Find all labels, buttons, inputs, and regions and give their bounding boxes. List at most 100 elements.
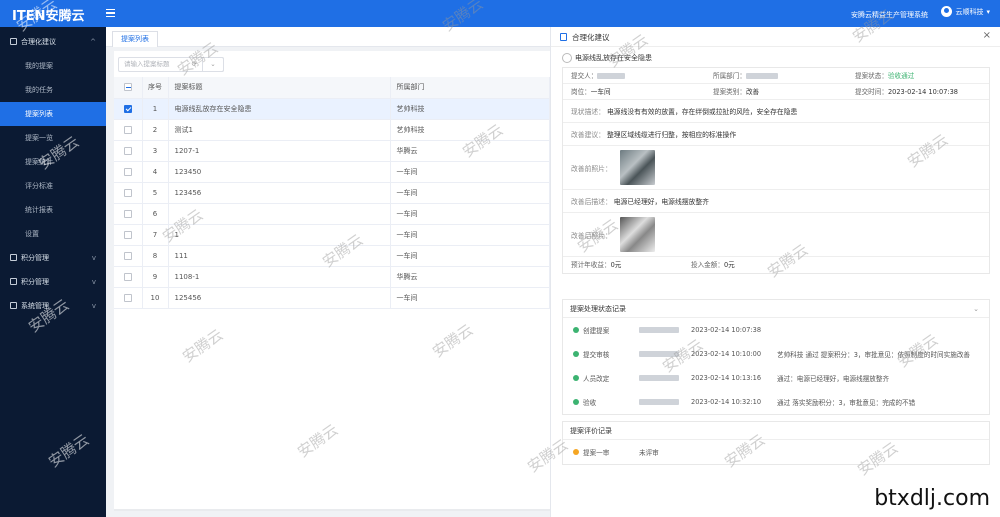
table-row[interactable]: 10 125456 一车间	[114, 287, 550, 309]
top-bar: ITEN安腾云 安腾云精益生产管理系统 云顺科技 ▾	[0, 0, 1000, 27]
after-photo-row: 改善后照片：	[563, 213, 989, 257]
table-row[interactable]: 2 测试1 艺帅科技	[114, 119, 550, 141]
tab-proposal-list[interactable]: 提案列表	[112, 31, 158, 47]
col-header-title[interactable]: 提案标题	[168, 77, 391, 99]
sidebar-group-points-1[interactable]: 积分管理 v	[0, 246, 106, 270]
row-index: 4	[142, 161, 169, 183]
sidebar-item-my-proposals[interactable]: 我的提案	[0, 54, 106, 78]
before-photo[interactable]	[619, 150, 655, 185]
select-all-checkbox[interactable]	[114, 77, 143, 99]
row-checkbox[interactable]	[114, 182, 143, 204]
process-log-row: 验收 2023-02-14 10:32:10 通过 落实奖励积分：3，审批意见：完成…	[563, 390, 989, 414]
drawer-title: 合理化建议	[572, 33, 610, 42]
row-title[interactable]: 123450	[168, 161, 391, 183]
row-checkbox[interactable]	[114, 98, 143, 120]
row-checkbox[interactable]	[114, 119, 143, 141]
status-dot-icon	[573, 351, 579, 357]
status-badge: 验收通过	[887, 72, 915, 80]
toolbar: 请输入提案标题 ⟳ ⌄	[114, 51, 550, 77]
points-icon	[10, 254, 17, 261]
row-title[interactable]: 测试1	[168, 119, 391, 141]
app-logo: ITEN安腾云	[12, 9, 85, 24]
row-checkbox[interactable]	[114, 161, 143, 183]
col-header-index[interactable]: 序号	[142, 77, 169, 99]
row-checkbox[interactable]	[114, 266, 143, 288]
user-name: 云顺科技	[955, 7, 984, 16]
list-panel: 请输入提案标题 ⟳ ⌄ 序号 提案标题 所属部门 1 电源线乱放存在安全隐患 艺帅科…	[114, 51, 550, 511]
row-title[interactable]: 电源线乱放存在安全隐患	[168, 98, 391, 120]
row-dept: 一车间	[390, 182, 550, 204]
search-input[interactable]: 请输入提案标题 ⟳ ⌄	[118, 57, 224, 72]
col-header-dept[interactable]: 所属部门	[390, 77, 550, 99]
row-title[interactable]: 125456	[168, 287, 391, 309]
sidebar-group-suggestions[interactable]: 合理化建议 ^	[0, 30, 106, 54]
sidebar-item-proposal-list[interactable]: 提案列表	[0, 102, 106, 126]
row-checkbox[interactable]	[114, 224, 143, 246]
row-checkbox[interactable]	[114, 140, 143, 162]
table-row[interactable]: 8 111 一车间	[114, 245, 550, 267]
chevron-down-icon: v	[91, 254, 96, 262]
row-dept: 艺帅科技	[390, 119, 550, 141]
row-title[interactable]: 1108-1	[168, 266, 391, 288]
user-menu[interactable]: 云顺科技 ▾	[941, 6, 990, 17]
row-checkbox[interactable]	[114, 203, 143, 225]
after-photo[interactable]	[619, 217, 655, 252]
evaluation-section: 提案评价记录 提案一审 未评审	[562, 421, 990, 465]
document-icon	[560, 33, 567, 41]
row-checkbox[interactable]	[114, 287, 143, 309]
row-dept: 华腾云	[390, 266, 550, 288]
main-content: 提案列表 请输入提案标题 ⟳ ⌄ 序号 提案标题 所属部门 1 电源线乱放存在安全…	[106, 27, 550, 517]
row-index: 8	[142, 245, 169, 267]
refresh-icon[interactable]: ⟳	[192, 58, 197, 71]
table-row[interactable]: 4 123450 一车间	[114, 161, 550, 183]
gift-icon	[10, 278, 17, 285]
row-title[interactable]: 1207-1	[168, 140, 391, 162]
process-log-row: 创建提案 2023-02-14 10:07:38	[563, 318, 989, 342]
sidebar-item-reports[interactable]: 统计报表	[0, 198, 106, 222]
menu-toggle-icon[interactable]	[106, 7, 118, 19]
row-index: 6	[142, 203, 169, 225]
row-dept: 一车间	[390, 203, 550, 225]
row-index: 2	[142, 119, 169, 141]
sidebar-item-criteria[interactable]: 评分标准	[0, 174, 106, 198]
tab-bar: 提案列表	[106, 27, 550, 47]
sidebar-group-system[interactable]: 系统管理 v	[0, 294, 106, 318]
row-index: 5	[142, 182, 169, 204]
chevron-down-icon: ▾	[986, 7, 990, 16]
detail-drawer: 合理化建议 × 电源线乱放存在安全隐患 提交人： 所属部门： 提案状态：验收通过…	[550, 27, 1000, 517]
sidebar-item-stats[interactable]: 提案统计	[0, 150, 106, 174]
sidebar-item-overview[interactable]: 提案一览	[0, 126, 106, 150]
row-checkbox[interactable]	[114, 245, 143, 267]
table-row[interactable]: 1 电源线乱放存在安全隐患 艺帅科技	[114, 98, 550, 120]
sidebar-item-my-tasks[interactable]: 我的任务	[0, 78, 106, 102]
process-log-row: 提交审核 2023-02-14 10:10:00 艺帅科技 通过 提案积分：3，审批…	[563, 342, 989, 366]
table-row[interactable]: 5 123456 一车间	[114, 182, 550, 204]
table-row[interactable]: 3 1207-1 华腾云	[114, 140, 550, 162]
proposal-subtitle: 电源线乱放存在安全隐患	[562, 53, 652, 63]
row-index: 9	[142, 266, 169, 288]
process-log-row: 人员改定 2023-02-14 10:13:16 通过：电源已经理好，电源线摆放整齐	[563, 366, 989, 390]
row-index: 10	[142, 287, 169, 309]
table-row[interactable]: 7 1 一车间	[114, 224, 550, 246]
user-avatar-icon	[941, 6, 953, 17]
row-title[interactable]: 111	[168, 245, 391, 267]
row-title[interactable]: 123456	[168, 182, 391, 204]
row-title[interactable]: 1	[168, 224, 391, 246]
sidebar-group-points-2[interactable]: 积分管理 v	[0, 270, 106, 294]
evaluation-row: 提案一审 未评审	[563, 440, 989, 464]
process-log-header[interactable]: 提案处理状态记录 ⌄	[563, 300, 989, 318]
table-row[interactable]: 9 1108-1 华腾云	[114, 266, 550, 288]
chevron-down-icon: ⌄	[973, 305, 979, 313]
close-icon[interactable]: ×	[983, 30, 991, 41]
improvement-plan: 改善建议： 整理区域线缆进行归整，按相应的标准操作	[563, 123, 989, 146]
search-dropdown-chevron-icon[interactable]: ⌄	[202, 57, 224, 72]
chevron-down-icon: v	[91, 278, 96, 286]
row-title[interactable]	[168, 203, 391, 225]
bulb-icon	[10, 38, 17, 45]
sidebar-item-settings[interactable]: 设置	[0, 222, 106, 246]
row-dept: 艺帅科技	[390, 98, 550, 120]
status-dot-icon	[573, 375, 579, 381]
chevron-up-icon: ^	[90, 38, 96, 46]
table-row[interactable]: 6 一车间	[114, 203, 550, 225]
site-watermark: btxdlj.com	[874, 486, 990, 511]
